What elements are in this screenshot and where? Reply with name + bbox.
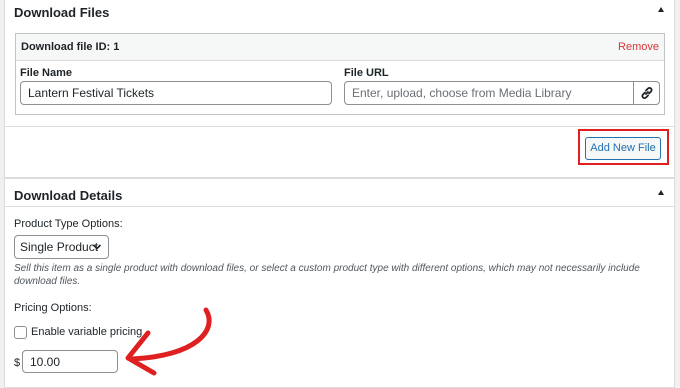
annotation-arrow-icon (125, 307, 212, 376)
